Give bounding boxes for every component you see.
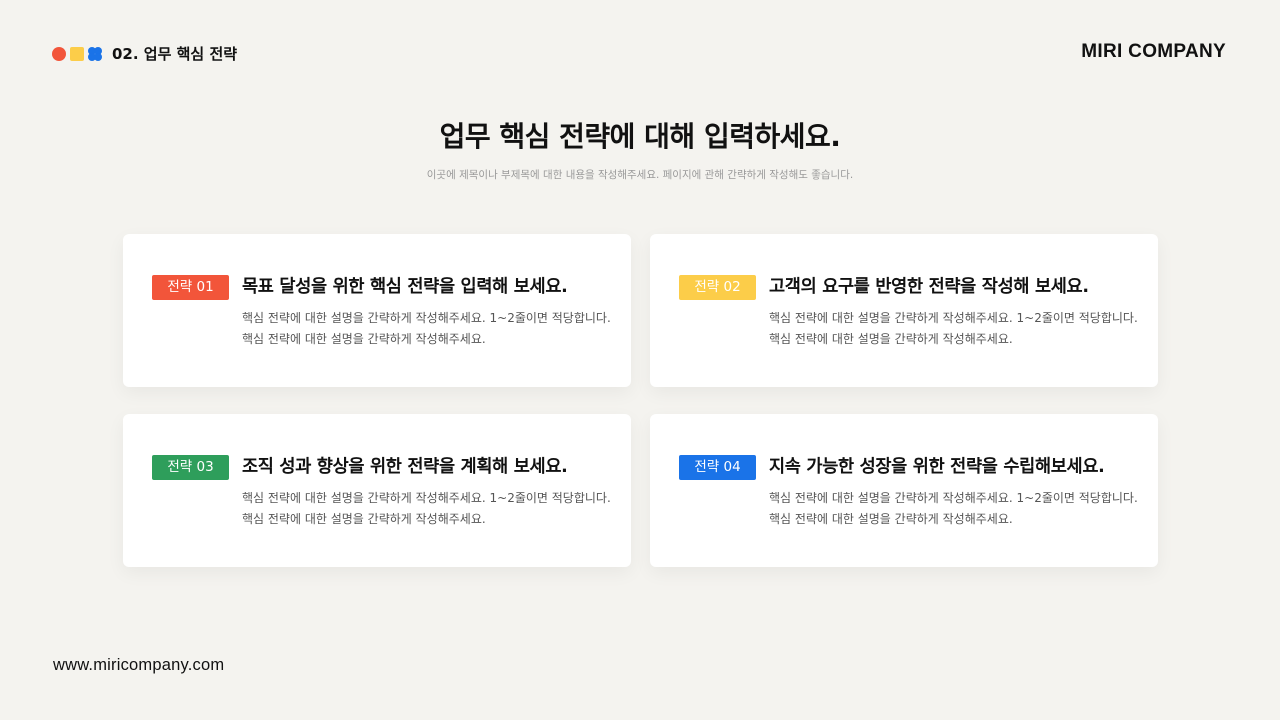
strategy-title-2: 고객의 요구를 반영한 전략을 작성해 보세요. — [769, 277, 1089, 297]
strategy-desc-4: 핵심 전략에 대한 설명을 간략하게 작성해주세요. 1~2줄이면 적당합니다.… — [769, 491, 1138, 526]
strategy-badge-1: 전략 01 — [152, 275, 229, 300]
section-header: 02. 업무 핵심 전략 — [52, 43, 237, 64]
footer-url: www.miricompany.com — [53, 656, 225, 674]
blue-clover-icon — [88, 46, 102, 61]
section-label: 02. 업무 핵심 전략 — [112, 45, 238, 63]
strategy-card-4: 전략 04 지속 가능한 성장을 위한 전략을 수립해보세요. 핵심 전략에 대… — [650, 414, 1158, 567]
strategy-card-1: 전략 01 목표 달성을 위한 핵심 전략을 입력해 보세요. 핵심 전략에 대… — [123, 234, 631, 387]
page-subtitle: 이곳에 제목이나 부제목에 대한 내용을 작성해주세요. 페이지에 관해 간략하… — [426, 169, 854, 181]
strategy-desc-3: 핵심 전략에 대한 설명을 간략하게 작성해주세요. 1~2줄이면 적당합니다.… — [242, 491, 611, 526]
red-circle-icon — [52, 46, 66, 61]
strategy-title-3: 조직 성과 향상을 위한 전략을 계획해 보세요. — [242, 457, 568, 477]
brand-logo: MIRI COMPANY — [1081, 41, 1226, 62]
strategy-badge-3: 전략 03 — [152, 455, 229, 480]
strategy-title-4: 지속 가능한 성장을 위한 전략을 수립해보세요. — [769, 457, 1105, 477]
strategy-card-3: 전략 03 조직 성과 향상을 위한 전략을 계획해 보세요. 핵심 전략에 대… — [123, 414, 631, 567]
strategy-badge-2: 전략 02 — [679, 275, 756, 300]
page-title: 업무 핵심 전략에 대해 입력하세요. — [439, 120, 841, 153]
strategy-card-2: 전략 02 고객의 요구를 반영한 전략을 작성해 보세요. 핵심 전략에 대한… — [650, 234, 1158, 387]
yellow-square-icon — [70, 46, 84, 61]
strategy-title-1: 목표 달성을 위한 핵심 전략을 입력해 보세요. — [242, 277, 568, 297]
strategy-desc-2: 핵심 전략에 대한 설명을 간략하게 작성해주세요. 1~2줄이면 적당합니다.… — [769, 311, 1138, 346]
strategy-badge-4: 전략 04 — [679, 455, 756, 480]
strategy-desc-1: 핵심 전략에 대한 설명을 간략하게 작성해주세요. 1~2줄이면 적당합니다.… — [242, 311, 611, 346]
